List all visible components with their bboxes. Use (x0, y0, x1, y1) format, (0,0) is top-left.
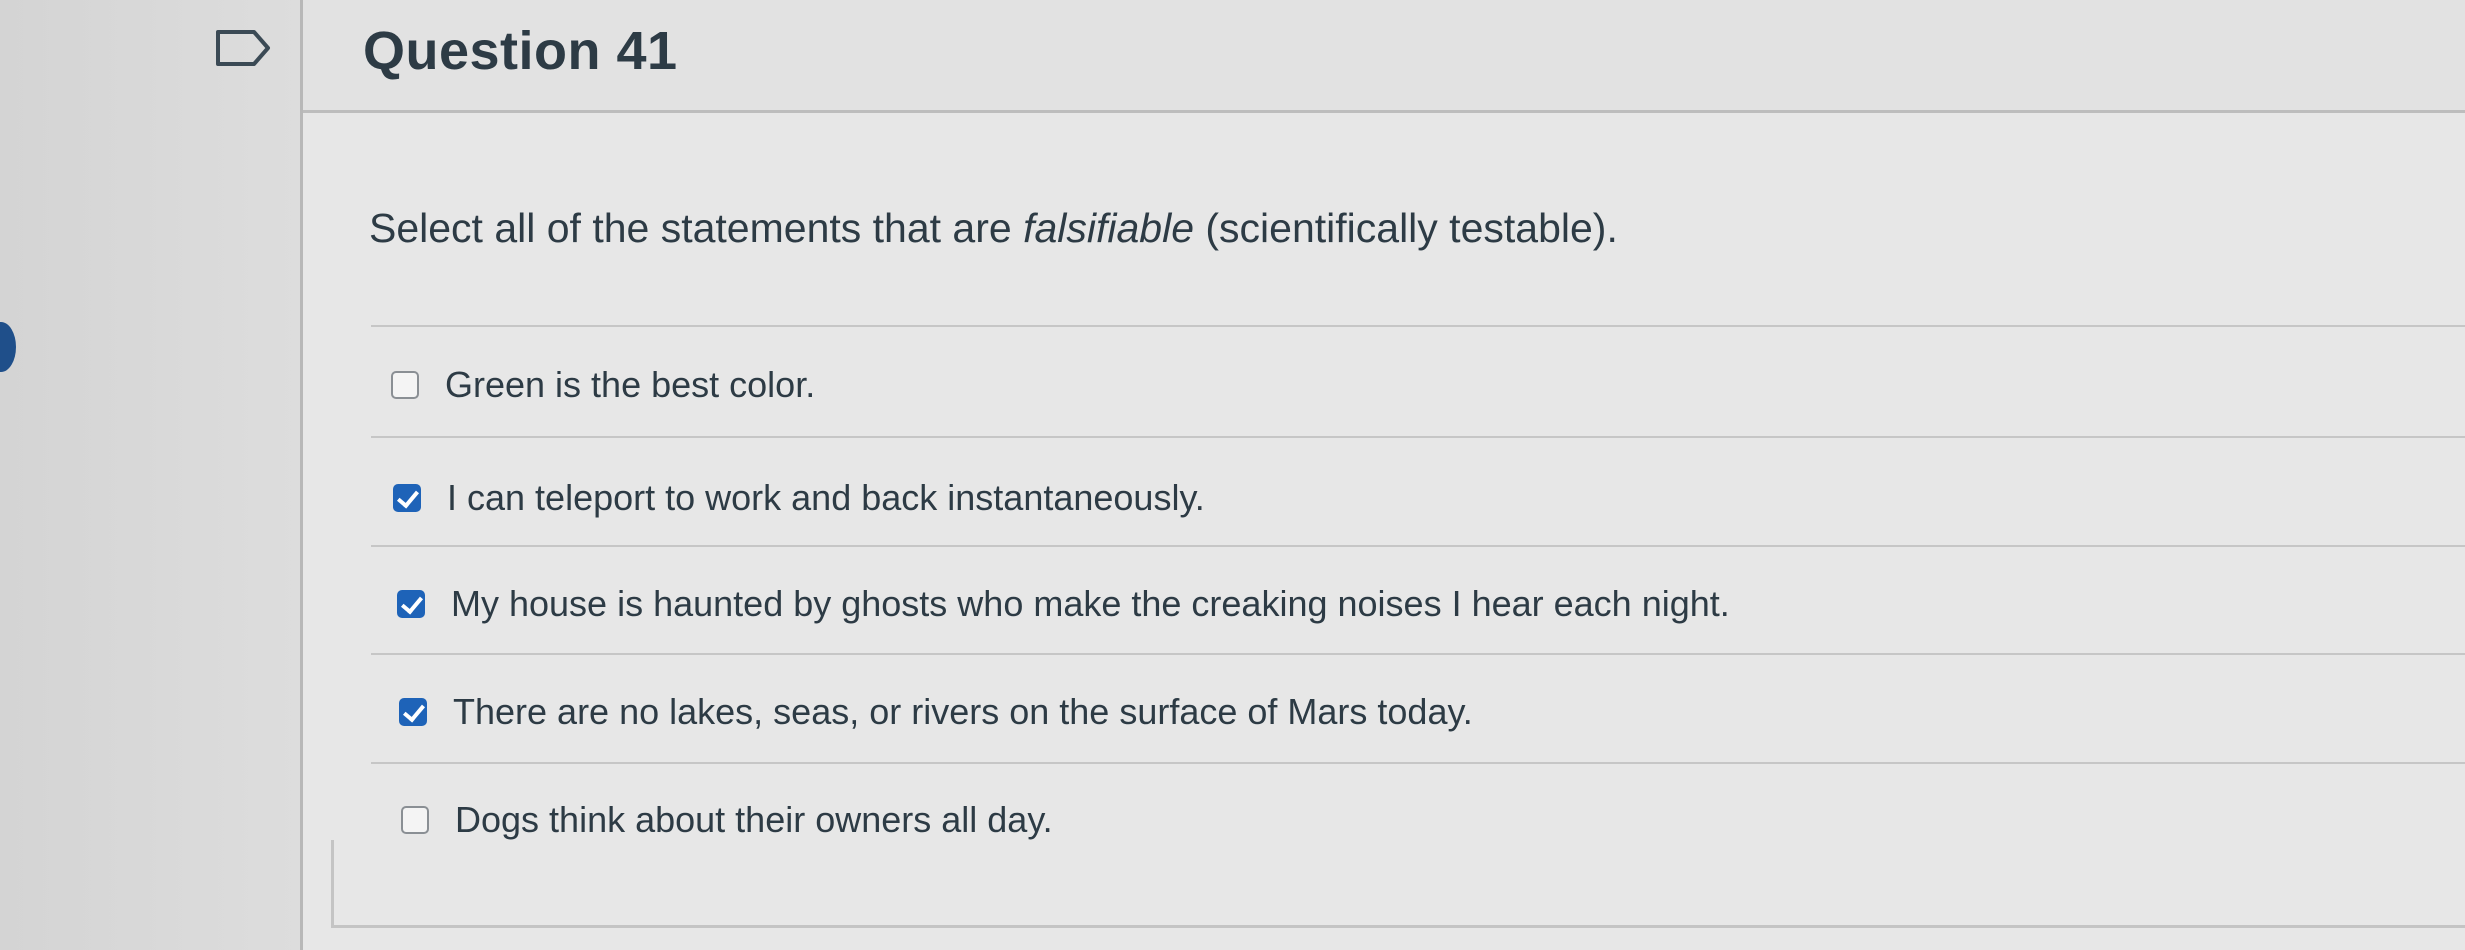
answer-label: There are no lakes, seas, or rivers on t… (453, 691, 1473, 732)
question-title: Question 41 (363, 21, 678, 81)
answer-checkbox-checked[interactable] (393, 484, 421, 512)
prompt-text-start: Select all of the statements that are (369, 205, 1024, 251)
answer-option-1[interactable]: Green is the best color. (391, 355, 815, 415)
divider (371, 436, 2465, 438)
answer-option-4[interactable]: There are no lakes, seas, or rivers on t… (399, 682, 1473, 742)
card-inner-border (331, 840, 334, 928)
question-prompt: Select all of the statements that are fa… (369, 205, 1618, 252)
divider (371, 653, 2465, 655)
answer-label: I can teleport to work and back instanta… (447, 477, 1205, 518)
prompt-emphasis: falsifiable (1023, 205, 1195, 251)
answer-label: Green is the best color. (445, 364, 816, 405)
divider (371, 545, 2465, 547)
card-bottom-border (331, 925, 2465, 928)
divider (371, 325, 2465, 327)
answer-label: My house is haunted by ghosts who make t… (451, 583, 1730, 624)
answer-option-5[interactable]: Dogs think about their owners all day. (401, 790, 1053, 850)
answer-checkbox-checked[interactable] (397, 590, 425, 618)
answer-checkbox-checked[interactable] (399, 698, 427, 726)
answer-checkbox[interactable] (401, 806, 429, 834)
answer-option-3[interactable]: My house is haunted by ghosts who make t… (397, 574, 1730, 634)
prompt-text-end: (scientifically testable). (1194, 205, 1618, 251)
question-card: Question 41 Select all of the statements… (300, 0, 2465, 950)
answer-label: Dogs think about their owners all day. (455, 799, 1053, 840)
divider (371, 762, 2465, 764)
answer-option-2[interactable]: I can teleport to work and back instanta… (393, 468, 1205, 528)
answer-checkbox[interactable] (391, 371, 419, 399)
left-margin (0, 0, 300, 950)
flag-question-icon[interactable] (214, 28, 274, 68)
question-header: Question 41 (303, 0, 2465, 113)
